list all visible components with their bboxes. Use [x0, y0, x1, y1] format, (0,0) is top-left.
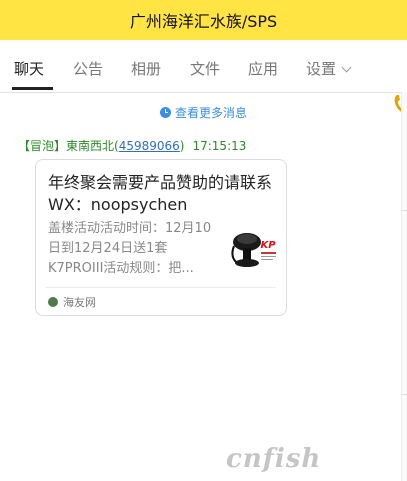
group-title: 广州海洋汇水族/SPS: [129, 12, 278, 31]
group-header: 广州海洋汇水族/SPS: [0, 0, 407, 40]
clock-icon: [159, 107, 171, 118]
haiyou-logo-icon: [48, 297, 58, 307]
tab-settings-label: 设置: [306, 60, 337, 78]
tab-bar: 聊天 公告 相册 文件 应用 设置: [0, 40, 407, 114]
card-description: 盖楼活动活动时间：12月10日到12月24日送1套K7PROIII活动规则：把.…: [48, 221, 212, 276]
tab-album[interactable]: 相册: [131, 40, 161, 92]
tab-settings[interactable]: 设置: [306, 40, 352, 92]
card-source: 海友网: [48, 294, 96, 310]
card-title: 年终聚会需要产品赞助的请联系WX：noopsychen: [48, 173, 273, 214]
card-divider: [46, 287, 276, 288]
sender-uid-link[interactable]: 45989066: [119, 139, 180, 153]
sender-name[interactable]: 東南西北: [66, 139, 114, 153]
card-thumbnail: KP: [228, 220, 278, 274]
tab-files[interactable]: 文件: [190, 40, 220, 92]
shared-link-card[interactable]: 年终聚会需要产品赞助的请联系WX：noopsychen 盖楼活动活动时间：12月…: [35, 159, 287, 316]
view-more-label: 查看更多消息: [174, 106, 247, 120]
message-header: 【冒泡】東南西北(45989066) 17:15:13: [18, 137, 246, 154]
view-more-messages-link[interactable]: 查看更多消息: [0, 104, 407, 121]
tab-apps[interactable]: 应用: [248, 40, 278, 92]
bubble-badge: 【冒泡】: [18, 139, 67, 153]
scrollbar-tick: [402, 394, 407, 395]
uid-close-paren: ): [179, 139, 185, 153]
tab-chat[interactable]: 聊天: [14, 40, 44, 92]
site-watermark: cnfish: [226, 444, 322, 474]
card-source-label: 海友网: [63, 296, 96, 309]
chevron-down-icon: [341, 62, 352, 73]
scrollbar-tick: [402, 210, 407, 211]
message-time: 17:15:13: [192, 139, 247, 153]
tab-announcements[interactable]: 公告: [73, 40, 103, 92]
thumbnail-logo: KP: [260, 240, 276, 251]
active-tab-indicator: [12, 87, 53, 90]
scrollbar[interactable]: [401, 92, 407, 481]
